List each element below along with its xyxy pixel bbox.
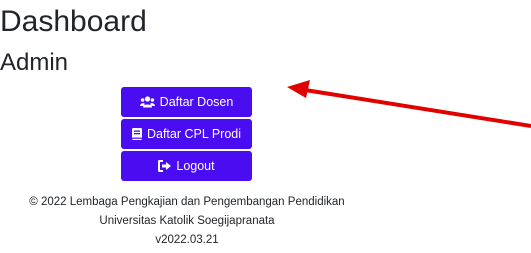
footer-university: Universitas Katolik Soegijapranata xyxy=(99,215,275,227)
book-icon xyxy=(131,128,142,140)
footer-version: v2022.03.21 xyxy=(155,234,219,246)
footer-copyright: © 2022 Lembaga Pengkajian dan Pengembang… xyxy=(29,196,345,208)
users-icon xyxy=(139,96,155,108)
logout-label: Logout xyxy=(176,159,215,173)
sign-out-icon xyxy=(158,160,172,172)
daftar-cpl-prodi-label: Daftar CPL Prodi xyxy=(146,127,242,141)
daftar-dosen-label: Daftar Dosen xyxy=(159,95,234,109)
page-title: Dashboard xyxy=(0,5,147,38)
logout-button[interactable]: Logout xyxy=(121,151,252,181)
page-subtitle: Admin xyxy=(0,49,69,76)
daftar-cpl-prodi-button[interactable]: Daftar CPL Prodi xyxy=(121,119,252,149)
daftar-dosen-button[interactable]: Daftar Dosen xyxy=(121,87,252,117)
